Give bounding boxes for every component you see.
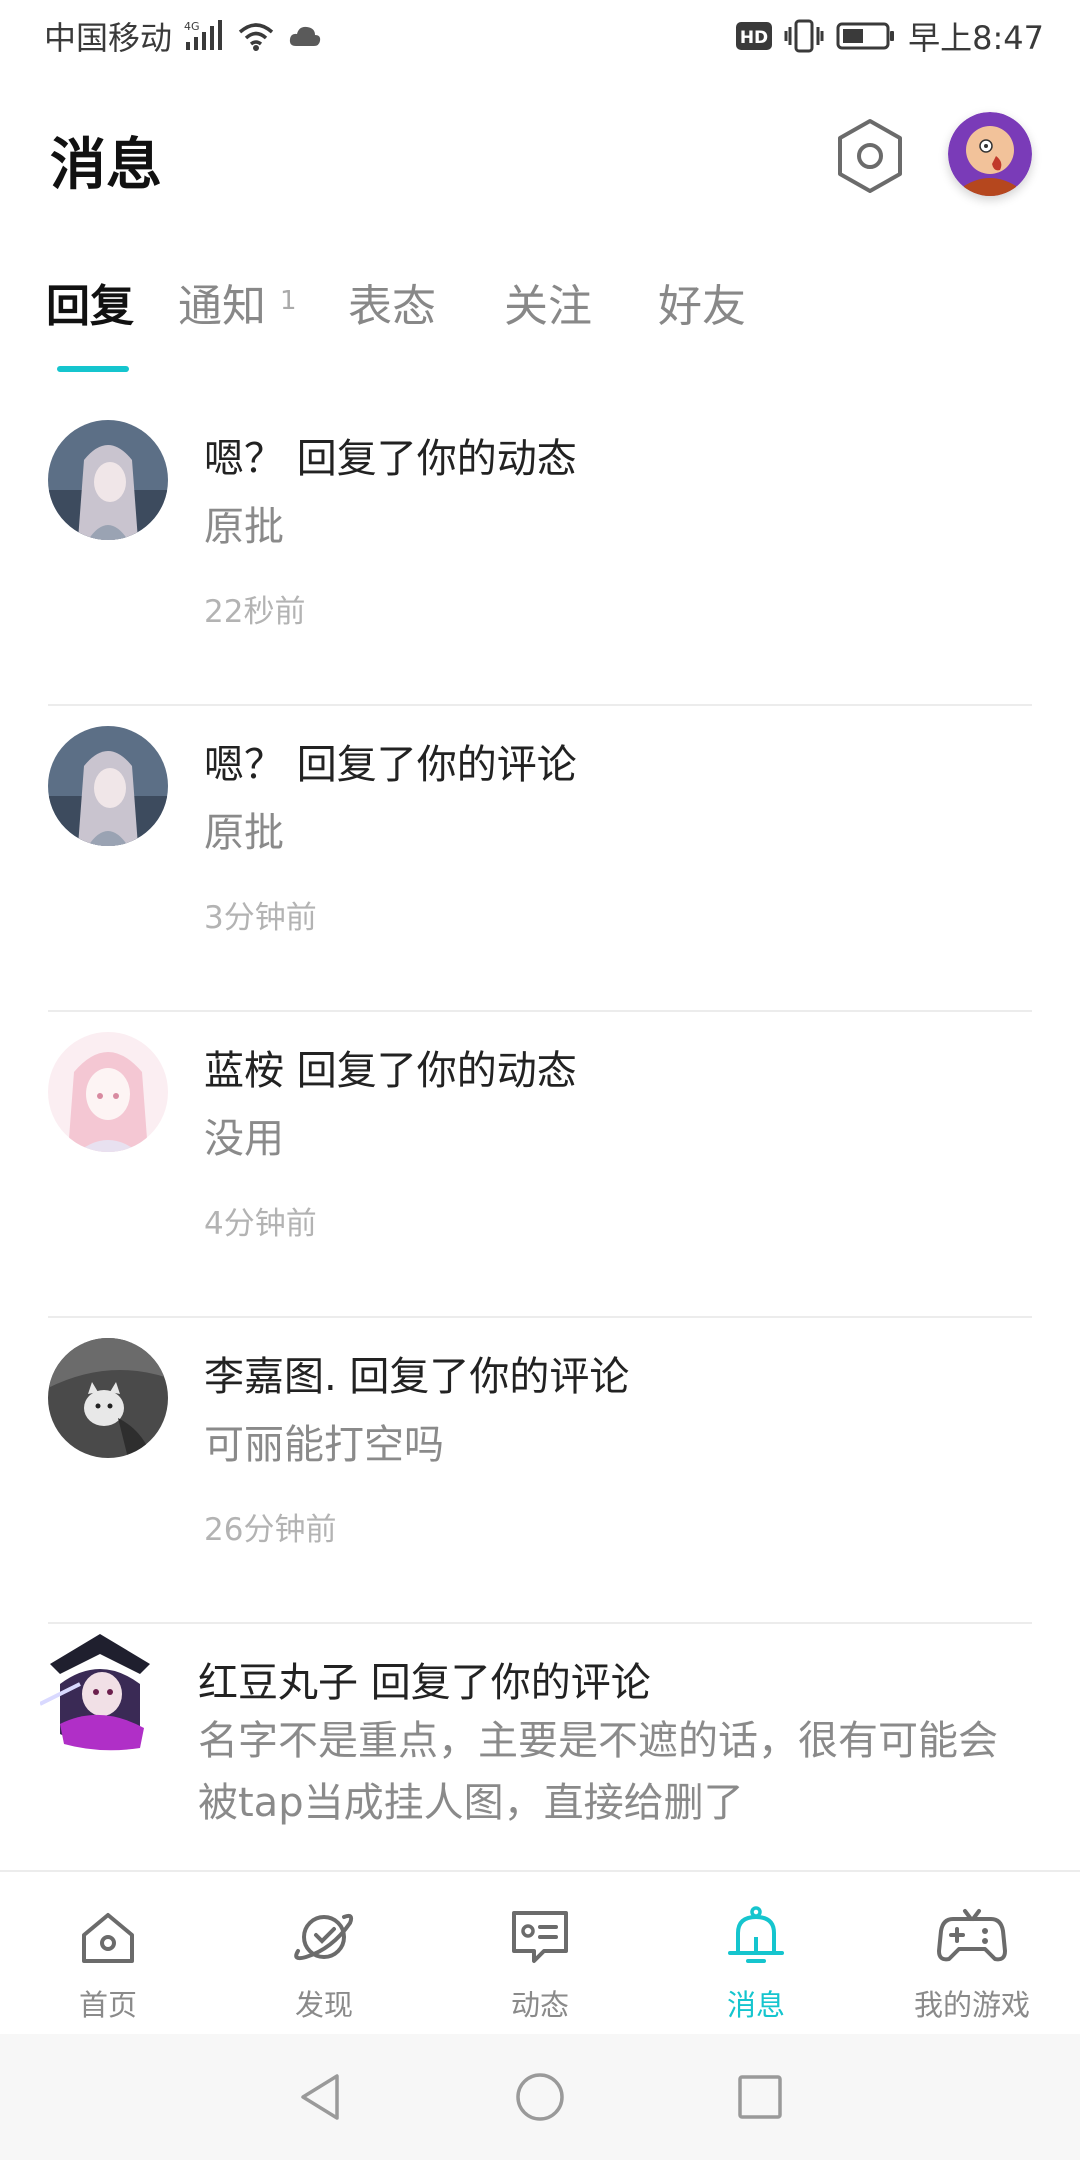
tab-friends[interactable]: 好友 [658, 270, 746, 334]
svg-text:HD: HD [740, 28, 768, 48]
message-time: 4分钟前 [204, 1206, 317, 1242]
message-content: 原批 [204, 810, 284, 856]
active-tab-indicator [57, 366, 129, 372]
battery-icon [836, 21, 896, 51]
cloud-icon [288, 24, 322, 48]
home-button[interactable] [510, 2067, 570, 2127]
message-title: 李嘉图. 回复了你的评论 [204, 1354, 630, 1400]
nav-label: 我的游戏 [913, 1988, 1030, 2022]
tab-label: 回复 [46, 281, 134, 332]
nav-label: 发现 [294, 1988, 353, 2022]
clock-label: 早上8:47 [908, 19, 1044, 57]
tab-follows[interactable]: 关注 [504, 270, 592, 334]
system-nav-bar [0, 2034, 1080, 2160]
bottom-navigation: 首页 发现 动态 消息 我的游戏 [0, 1870, 1080, 2034]
home-icon [73, 1902, 143, 1972]
tab-label: 表态 [348, 281, 436, 332]
tab-replies[interactable]: 回复 [46, 270, 134, 334]
nav-item-home[interactable]: 首页 [0, 1872, 216, 2034]
avatar[interactable] [48, 1032, 168, 1152]
list-item[interactable]: 嗯？ 回复了你的动态 原批 22秒前 [48, 400, 1032, 706]
svg-text:4G: 4G [184, 20, 200, 33]
cat-photo-avatar-icon [48, 1338, 168, 1458]
list-item[interactable]: 嗯？ 回复了你的评论 原批 3分钟前 [48, 706, 1032, 1012]
page-title: 消息 [50, 133, 162, 198]
gamepad-icon [937, 1902, 1007, 1972]
header: 消息 [0, 100, 1080, 220]
pink-anime-girl-avatar-icon [48, 1032, 168, 1152]
message-content: 没用 [204, 1116, 284, 1162]
back-button[interactable] [290, 2067, 350, 2127]
message-title: 嗯？ 回复了你的评论 [204, 742, 577, 788]
message-time: 3分钟前 [204, 900, 317, 936]
back-triangle-icon [301, 2074, 339, 2120]
tab-reactions[interactable]: 表态 [348, 270, 436, 334]
tab-badge-count: 1 [280, 286, 297, 316]
status-right: HD 早上8:47 [736, 13, 1044, 59]
nav-item-feed[interactable]: 动态 [432, 1872, 648, 2034]
nav-label: 动态 [510, 1988, 569, 2022]
nav-item-discover[interactable]: 发现 [216, 1872, 432, 2034]
nav-label: 首页 [78, 1988, 137, 2022]
avatar[interactable] [48, 1338, 168, 1458]
avatar[interactable] [40, 1624, 160, 1754]
wifi-icon [236, 20, 276, 52]
message-list: 嗯？ 回复了你的动态 原批 22秒前 嗯？ 回复了你的评论 原批 3分钟前 蓝桉… [0, 400, 1080, 1894]
status-bar: 中国移动 4G HD 早上8:47 [0, 0, 1080, 72]
tab-label: 好友 [658, 281, 746, 332]
avatar [948, 112, 1032, 196]
recents-button[interactable] [730, 2067, 790, 2127]
list-item[interactable]: 红豆丸子 回复了你的评论 名字不是重点，主要是不遮的话，很有可能会被tap当成挂… [40, 1624, 1032, 1894]
hexagon-gear-icon [838, 119, 902, 193]
nav-label: 消息 [726, 1988, 785, 2022]
list-item[interactable]: 李嘉图. 回复了你的评论 可丽能打空吗 26分钟前 [48, 1318, 1032, 1624]
nav-item-messages[interactable]: 消息 [648, 1872, 864, 2034]
message-title: 红豆丸子 回复了你的评论 [198, 1660, 651, 1706]
planet-icon [289, 1902, 359, 1972]
tab-bar: 回复 通知 1 表态 关注 好友 [0, 270, 1080, 372]
avatar[interactable] [48, 726, 168, 846]
message-time: 22秒前 [204, 594, 306, 630]
home-circle-icon [516, 2073, 564, 2121]
avatar[interactable] [48, 420, 168, 540]
tab-label: 通知 [178, 281, 266, 332]
message-time: 26分钟前 [204, 1512, 337, 1548]
tab-notifications[interactable]: 通知 1 [178, 270, 297, 334]
profile-avatar-button[interactable] [948, 112, 1032, 196]
tab-label: 关注 [504, 281, 592, 332]
list-item[interactable]: 蓝桉 回复了你的动态 没用 4分钟前 [48, 1012, 1032, 1318]
carrier-label: 中国移动 [44, 19, 173, 57]
message-content: 可丽能打空吗 [204, 1422, 444, 1468]
vibrate-icon [784, 19, 824, 53]
message-content: 名字不是重点，主要是不遮的话，很有可能会被tap当成挂人图，直接给删了 [198, 1718, 998, 1826]
message-title: 蓝桉 回复了你的动态 [204, 1048, 577, 1094]
chat-icon [505, 1902, 575, 1972]
message-title: 嗯？ 回复了你的动态 [204, 436, 577, 482]
anime-girl-avatar-icon [48, 420, 168, 540]
bell-icon [721, 1902, 791, 1972]
message-content: 原批 [204, 504, 284, 550]
hd-icon: HD [736, 20, 773, 52]
recents-square-icon [738, 2075, 782, 2119]
nav-item-my-games[interactable]: 我的游戏 [864, 1872, 1080, 2034]
settings-button[interactable] [832, 114, 908, 198]
anime-girl-avatar-icon [48, 726, 168, 846]
status-left: 中国移动 4G [44, 13, 322, 59]
purple-character-avatar-icon [40, 1634, 150, 1751]
signal-icon: 4G [184, 20, 224, 52]
